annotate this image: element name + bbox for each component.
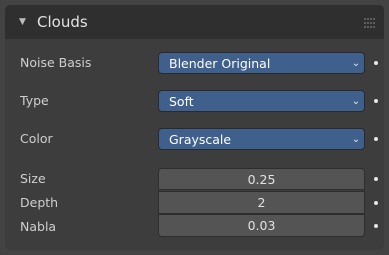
panel-header[interactable]: ▼ Clouds xyxy=(5,5,384,39)
depth-label: Depth xyxy=(20,195,59,210)
depth-value: 2 xyxy=(257,195,266,210)
nabla-label: Nabla xyxy=(20,219,57,234)
keyframe-dot-icon[interactable] xyxy=(374,61,378,65)
row-nabla: Nabla 0.03 xyxy=(5,214,384,238)
chevron-down-icon: ⌄ xyxy=(351,95,361,107)
size-field[interactable]: 0.25 xyxy=(158,168,365,190)
chevron-down-icon: ⌄ xyxy=(351,133,361,145)
keyframe-dot-icon[interactable] xyxy=(374,201,378,205)
row-color: Color Grayscale ⌄ xyxy=(5,125,384,153)
keyframe-dot-icon[interactable] xyxy=(374,99,378,103)
type-dropdown[interactable]: Soft ⌄ xyxy=(158,90,365,112)
size-value: 0.25 xyxy=(247,171,276,187)
row-depth: Depth 2 xyxy=(5,191,384,215)
panel-title: Clouds xyxy=(37,13,88,31)
grip-dots-icon[interactable] xyxy=(364,18,376,28)
nabla-value: 0.03 xyxy=(247,218,276,233)
noise-basis-value: Blender Original xyxy=(169,55,271,71)
keyframe-dot-icon[interactable] xyxy=(374,137,378,141)
depth-field[interactable]: 2 xyxy=(158,191,365,214)
row-size: Size 0.25 xyxy=(5,167,384,191)
color-dropdown[interactable]: Grayscale ⌄ xyxy=(158,128,365,150)
keyframe-dot-icon[interactable] xyxy=(374,177,378,181)
size-label: Size xyxy=(20,171,46,186)
type-value: Soft xyxy=(169,93,194,109)
color-value: Grayscale xyxy=(169,131,232,147)
color-label: Color xyxy=(20,131,53,146)
row-type: Type Soft ⌄ xyxy=(5,87,384,115)
nabla-field[interactable]: 0.03 xyxy=(158,214,365,237)
row-noise-basis: Noise Basis Blender Original ⌄ xyxy=(5,49,384,77)
type-label: Type xyxy=(20,93,49,108)
chevron-down-icon: ⌄ xyxy=(351,57,361,69)
triangle-down-icon[interactable]: ▼ xyxy=(19,17,31,27)
noise-basis-label: Noise Basis xyxy=(20,55,92,70)
noise-basis-dropdown[interactable]: Blender Original ⌄ xyxy=(158,52,365,74)
keyframe-dot-icon[interactable] xyxy=(374,224,378,228)
